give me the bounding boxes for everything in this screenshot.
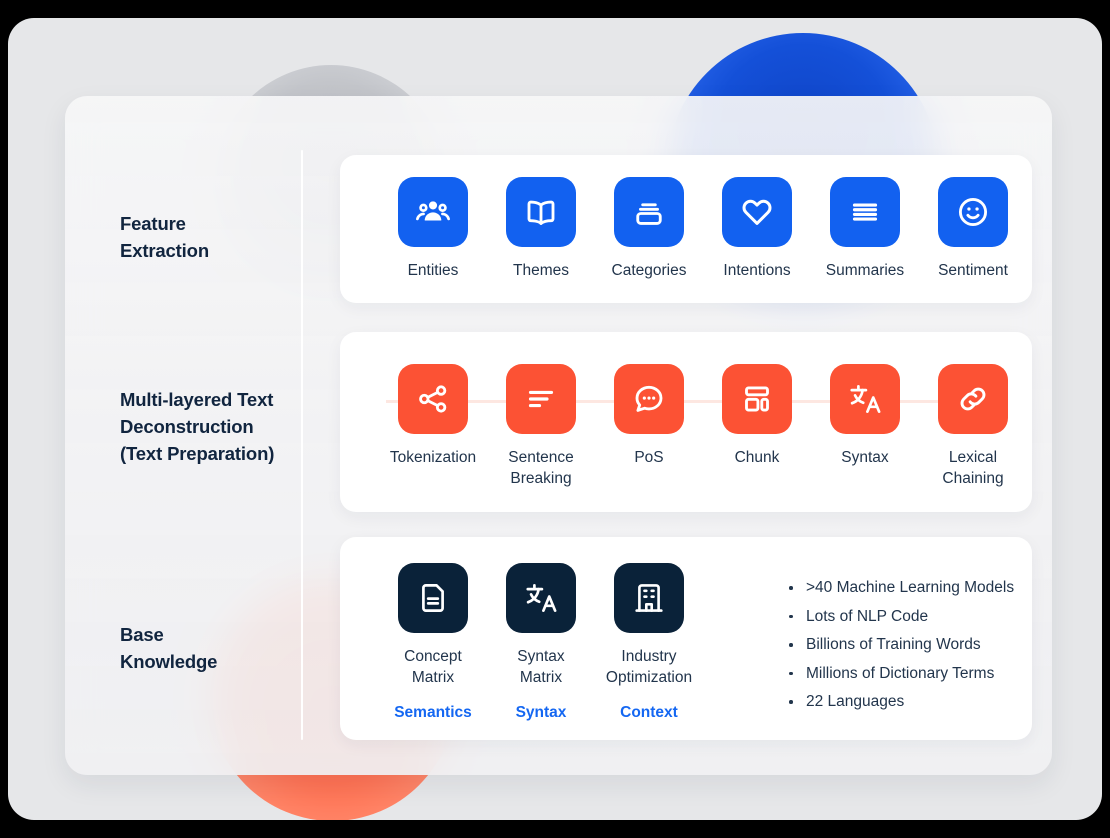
- content-panel: Feature Extraction Multi-layered Text De…: [65, 96, 1052, 775]
- diagram-stage: Feature Extraction Multi-layered Text De…: [0, 0, 1110, 838]
- tile-label: Syntax Matrix: [517, 648, 565, 686]
- list-item: 22 Languages: [785, 691, 1014, 713]
- speech-bubble-dots-icon: [614, 364, 684, 434]
- link-chain-icon: [938, 364, 1008, 434]
- list-item: Millions of Dictionary Terms: [785, 663, 1014, 685]
- tile-grid-text-deconstruction: Tokenization Sentence Breaking PoS Chunk…: [379, 364, 1027, 489]
- outer-canvas: Feature Extraction Multi-layered Text De…: [8, 18, 1102, 820]
- base-knowledge-bullet-list: >40 Machine Learning Models Lots of NLP …: [785, 577, 1014, 720]
- tile-label: Themes: [513, 262, 569, 279]
- tile-sublabel-syntax: Syntax: [515, 704, 567, 721]
- tile-item-entities[interactable]: Entities: [379, 177, 487, 281]
- list-item: Billions of Training Words: [785, 634, 1014, 656]
- card-feature-extraction: Entities Themes Categories Intentions Su…: [340, 155, 1032, 303]
- tile-item-sentiment[interactable]: Sentiment: [919, 177, 1027, 281]
- tile-sublabel-semantics: Semantics: [394, 704, 472, 721]
- people-group-icon: [398, 177, 468, 247]
- tile-label: Summaries: [825, 262, 905, 279]
- tile-item-syntax[interactable]: Syntax: [811, 364, 919, 489]
- tile-label: PoS: [634, 449, 664, 466]
- vertical-divider: [301, 150, 303, 740]
- tile-label: Tokenization: [389, 449, 477, 466]
- translate-icon: [830, 364, 900, 434]
- tile-item-summaries[interactable]: Summaries: [811, 177, 919, 281]
- stacked-box-icon: [614, 177, 684, 247]
- tile-item-pos[interactable]: PoS: [595, 364, 703, 489]
- tile-item-syntax-matrix[interactable]: Syntax Matrix Syntax: [487, 563, 595, 722]
- horizontal-lines-icon: [830, 177, 900, 247]
- tile-label: Concept Matrix: [404, 648, 462, 686]
- tile-label: Categories: [611, 262, 687, 279]
- tile-label: Sentiment: [938, 262, 1008, 279]
- row-label-multi-layered-text: Multi-layered Text Deconstruction (Text …: [120, 389, 275, 464]
- tile-label: Entities: [407, 262, 459, 279]
- share-nodes-icon: [398, 364, 468, 434]
- building-icon: [614, 563, 684, 633]
- tile-item-concept-matrix[interactable]: Concept Matrix Semantics: [379, 563, 487, 722]
- tile-item-categories[interactable]: Categories: [595, 177, 703, 281]
- tile-item-tokenization[interactable]: Tokenization: [379, 364, 487, 489]
- heart-icon: [722, 177, 792, 247]
- tile-grid-base-knowledge: Concept Matrix Semantics Syntax Matrix S…: [379, 563, 703, 722]
- row-label-base-knowledge: Base Knowledge: [120, 624, 218, 672]
- tile-sublabel-context: Context: [620, 704, 678, 721]
- tile-label: Syntax: [841, 449, 889, 466]
- tile-item-intentions[interactable]: Intentions: [703, 177, 811, 281]
- tile-label: Sentence Breaking: [508, 449, 574, 487]
- layout-blocks-icon: [722, 364, 792, 434]
- tile-item-chunk[interactable]: Chunk: [703, 364, 811, 489]
- tile-label: Chunk: [734, 449, 780, 466]
- tile-grid-feature-extraction: Entities Themes Categories Intentions Su…: [379, 177, 1027, 281]
- card-multi-layered-text-deconstruction: Tokenization Sentence Breaking PoS Chunk…: [340, 332, 1032, 512]
- tile-label: Lexical Chaining: [942, 449, 1004, 487]
- translate-icon: [506, 563, 576, 633]
- list-item: Lots of NLP Code: [785, 606, 1014, 628]
- tile-item-industry-optimization[interactable]: Industry Optimization Context: [595, 563, 703, 722]
- tile-item-lexical-chaining[interactable]: Lexical Chaining: [919, 364, 1027, 489]
- tile-item-themes[interactable]: Themes: [487, 177, 595, 281]
- card-base-knowledge: Concept Matrix Semantics Syntax Matrix S…: [340, 537, 1032, 740]
- tile-label: Intentions: [723, 262, 791, 279]
- row-label-feature-extraction: Feature Extraction: [120, 213, 209, 261]
- text-align-left-icon: [506, 364, 576, 434]
- document-lines-icon: [398, 563, 468, 633]
- tile-label: Industry Optimization: [605, 648, 693, 686]
- tile-item-sentence-breaking[interactable]: Sentence Breaking: [487, 364, 595, 489]
- list-item: >40 Machine Learning Models: [785, 577, 1014, 599]
- open-book-icon: [506, 177, 576, 247]
- smiley-face-icon: [938, 177, 1008, 247]
